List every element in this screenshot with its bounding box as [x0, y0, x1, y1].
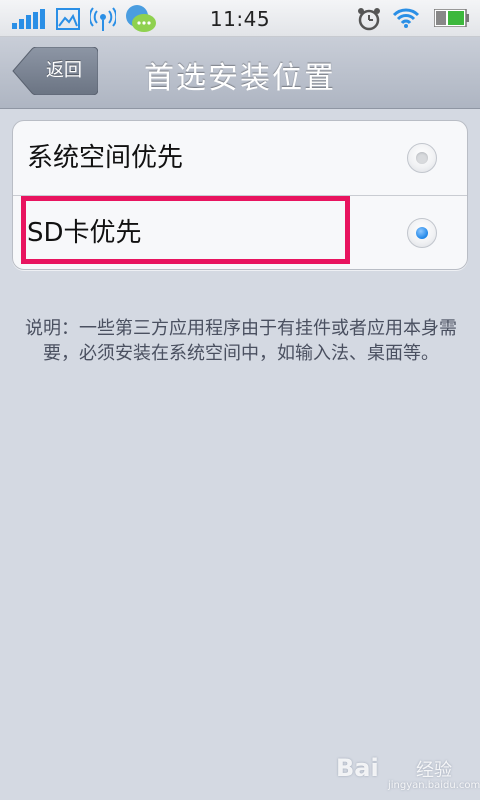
watermark-suffix: 经验 [416, 760, 452, 781]
radio-button-unselected[interactable] [407, 143, 437, 173]
wifi-icon [392, 7, 420, 33]
option-label: 系统空间优先 [27, 143, 184, 173]
highlight-box [21, 196, 350, 264]
description-text: 说明：一些第三方应用程序由于有挂件或者应用本身需要，必须安装在系统空间中，如输入… [25, 318, 457, 364]
title-bar: 返回 首选安装位置 [0, 37, 480, 109]
alarm-icon [356, 6, 382, 36]
watermark-brand: Bai [336, 754, 379, 782]
status-bar: 11:45 [0, 0, 480, 37]
watermark-logo: Bai 经验 jingyan.baidu.com [336, 752, 480, 792]
page-title: 首选安装位置 [144, 61, 336, 96]
option-system-space[interactable]: 系统空间优先 [13, 121, 467, 196]
radio-button-selected[interactable] [407, 218, 437, 248]
watermark-url: jingyan.baidu.com [388, 780, 480, 791]
battery-icon [433, 8, 470, 31]
